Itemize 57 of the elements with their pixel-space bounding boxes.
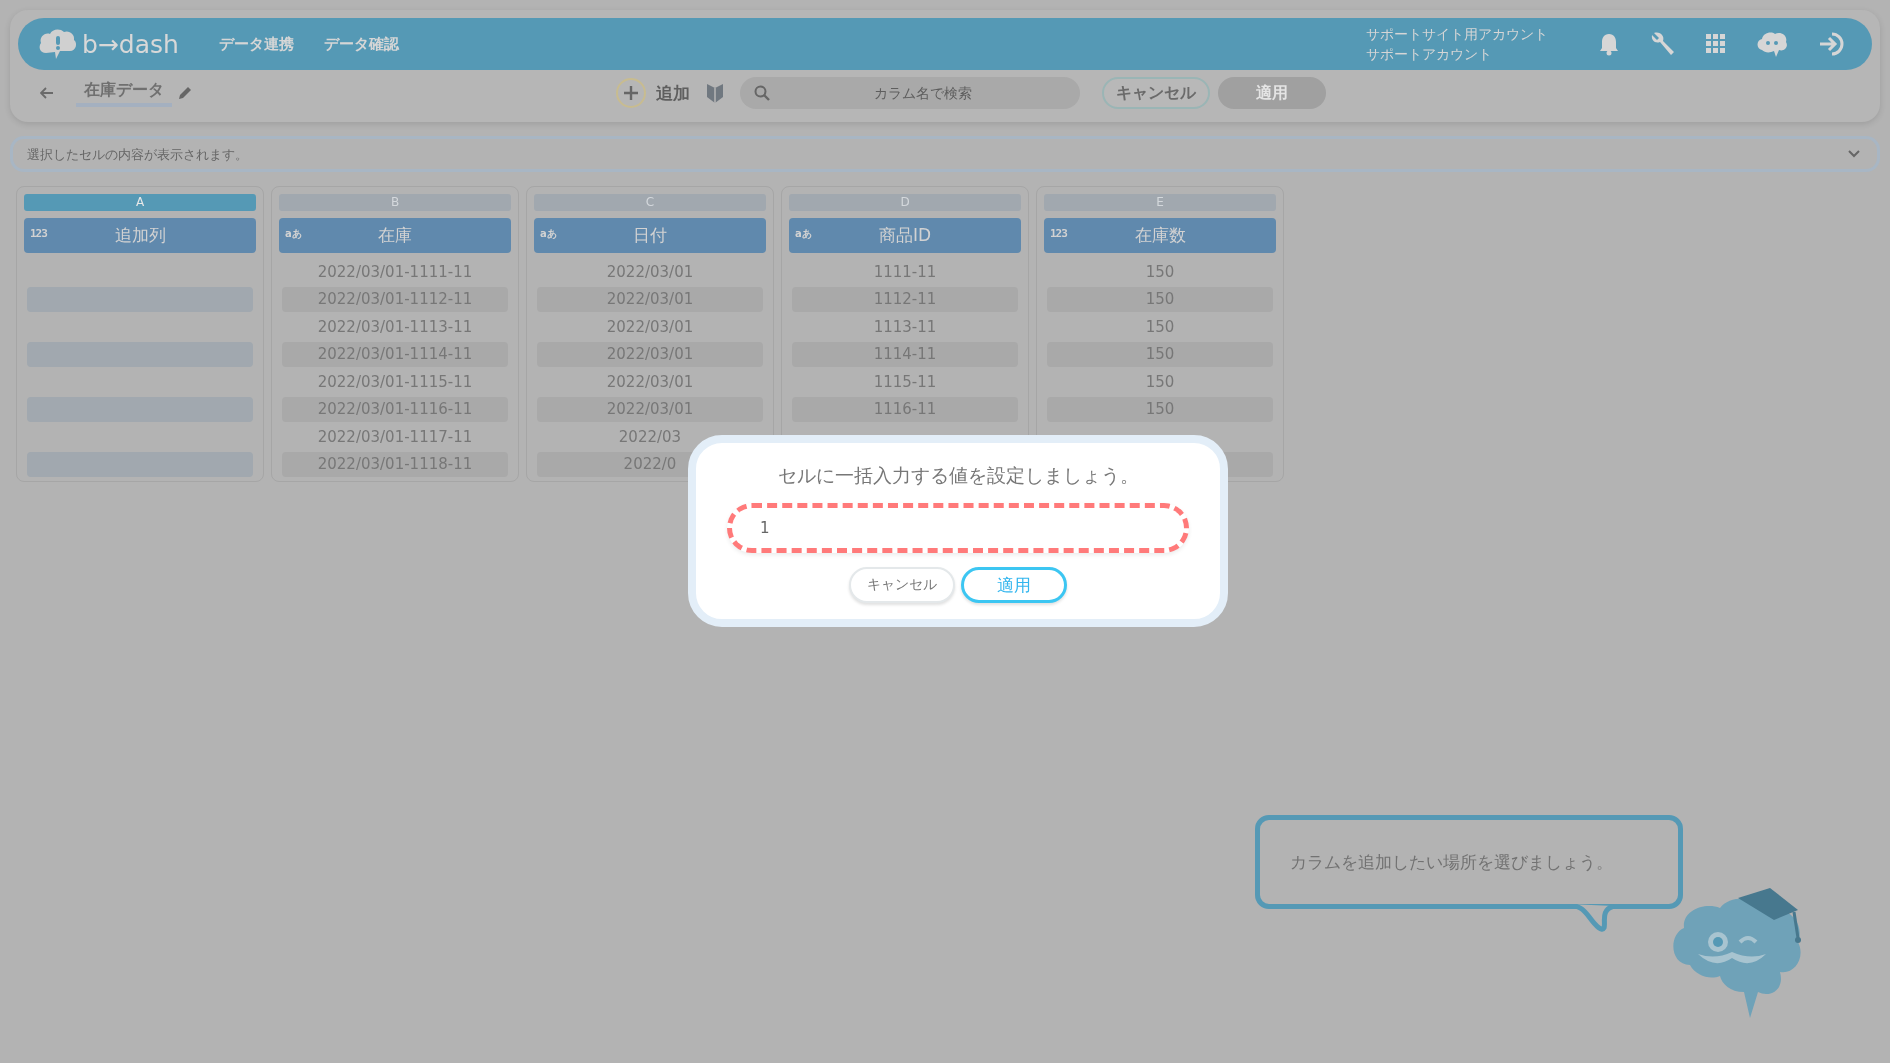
- account-site-name: サポートサイト用アカウント: [1366, 25, 1548, 44]
- account-name: サポートアカウント: [1366, 45, 1493, 64]
- cancel-button[interactable]: キャンセル: [849, 567, 955, 603]
- dialog-title: セルに一括入力する値を設定しましょう。: [777, 463, 1139, 488]
- table-cell-text: 1115-11: [872, 371, 938, 393]
- add-button[interactable]: [616, 78, 646, 108]
- column-header[interactable]: aあ 日付: [534, 218, 766, 253]
- column-header[interactable]: aあ 在庫: [279, 218, 511, 253]
- table-cell-text: 2022/03/01-1111-11: [316, 261, 474, 283]
- value-input-field[interactable]: 1: [727, 503, 1189, 553]
- column-letter[interactable]: A: [24, 194, 256, 211]
- back-arrow-icon[interactable]: [40, 87, 54, 99]
- chevron-down-icon[interactable]: [1848, 150, 1860, 158]
- text-type-label: aあ: [540, 227, 557, 241]
- plus-icon: [623, 85, 639, 101]
- table-title: 在庫データ: [76, 79, 172, 107]
- table-cell-text: 150: [1144, 316, 1176, 338]
- search-icon: [754, 85, 770, 101]
- apply-button[interactable]: 適用: [961, 567, 1067, 603]
- mascot-icon[interactable]: [1756, 30, 1788, 58]
- table-cell-text: 2022/03/01-1113-11: [316, 316, 474, 338]
- cancel-button[interactable]: キャンセル: [1102, 77, 1210, 109]
- table-cell-text: 2022/03: [617, 426, 683, 448]
- table-cell-text: 2022/03/01-1115-11: [316, 371, 474, 393]
- nav-link[interactable]: データ確認: [323, 34, 399, 54]
- grid-icon[interactable]: [1706, 34, 1726, 54]
- column-name: 追加列: [114, 224, 166, 247]
- column-header[interactable]: 123 追加列: [24, 218, 256, 253]
- cell-content-field[interactable]: 選択したセルの内容が表示されます。: [10, 136, 1880, 172]
- table-cell-text: 1111-11: [872, 261, 938, 283]
- nav-link[interactable]: データ連携: [218, 34, 294, 54]
- beginner-mark-icon[interactable]: [706, 82, 724, 104]
- table-cell-text: 2022/03/01: [605, 261, 695, 283]
- search-field[interactable]: カラム名で検索: [740, 77, 1080, 109]
- column-header[interactable]: aあ 商品ID: [789, 218, 1021, 253]
- pencil-icon[interactable]: [178, 86, 192, 100]
- table-cell-text: 2022/03/01: [605, 316, 695, 338]
- guide-message: カラムを追加したい場所を選びましょう。: [1290, 850, 1613, 874]
- column-name: 商品ID: [878, 224, 932, 247]
- logo-cloud-icon: [38, 27, 78, 61]
- text-type-label: aあ: [795, 227, 812, 241]
- column-name: 在庫数: [1134, 224, 1186, 247]
- table-cell-text: 1113-11: [872, 316, 938, 338]
- table-cell-text: 150: [1144, 261, 1176, 283]
- number-type-label: 123: [1050, 227, 1067, 240]
- table-cell-text: 2022/03/01: [605, 371, 695, 393]
- text-type-label: aあ: [285, 227, 302, 241]
- column-header[interactable]: 123 在庫数: [1044, 218, 1276, 253]
- number-type-label: 123: [30, 227, 47, 240]
- bell-icon[interactable]: [1598, 32, 1620, 56]
- table-cell-text: 2022/03/01-1117-11: [316, 426, 474, 448]
- table-cell-text: 150: [1144, 371, 1176, 393]
- column-name: 日付: [633, 224, 667, 247]
- add-label: 追加: [656, 81, 690, 105]
- wrench-icon[interactable]: [1650, 31, 1676, 57]
- logo-text: b→dash: [82, 29, 179, 59]
- column-name: 在庫: [378, 224, 412, 247]
